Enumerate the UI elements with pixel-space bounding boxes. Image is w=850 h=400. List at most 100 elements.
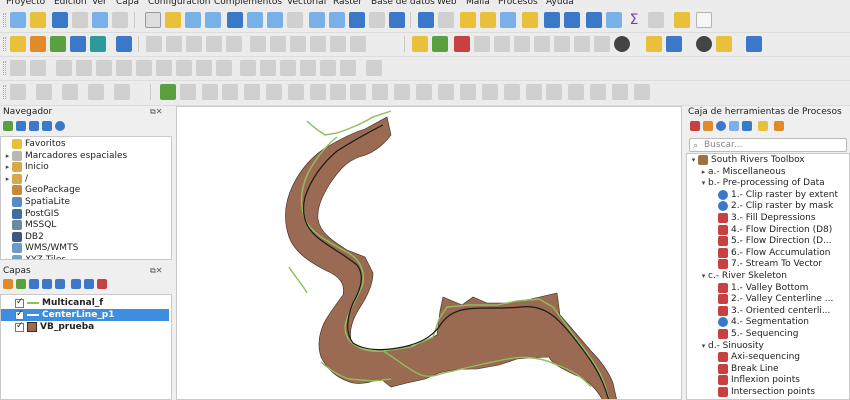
advanced-digitizing-icon[interactable] [568,84,584,100]
open-project-icon[interactable] [30,12,46,28]
toolbox-group[interactable]: ▸ a.- Miscellaneous [699,166,786,178]
models-icon[interactable] [690,121,700,131]
collapse-all-icon[interactable] [84,279,94,289]
digitize-tool-icon[interactable] [116,60,132,76]
advanced-digitizing-icon[interactable] [504,84,520,100]
add-feature-icon[interactable] [206,36,222,52]
digitize-tool-icon[interactable] [76,60,92,76]
navigator-item[interactable]: PostGIS [3,208,59,220]
expand-arrow-icon[interactable]: ▾ [699,179,708,187]
remove-layer-icon[interactable] [97,279,107,289]
toolbox-algorithm[interactable]: Intersection points [709,386,815,398]
save-edits-icon[interactable] [186,36,202,52]
zoom-out-icon[interactable] [205,12,221,28]
toolbox-algorithm[interactable]: 3.- Oriented centerli... [709,305,830,317]
digitize-tool-icon[interactable] [56,60,72,76]
advanced-digitizing-icon[interactable] [288,84,304,100]
layer-visibility-checkbox[interactable] [15,297,24,308]
visibility-icon[interactable] [29,279,39,289]
menu-item[interactable]: Base de datos [371,0,435,7]
advanced-digitizing-icon[interactable] [546,84,562,100]
print-layout-icon[interactable] [92,12,108,28]
expand-arrow-icon[interactable]: ▸ [3,163,12,171]
advanced-digitizing-icon[interactable] [202,84,218,100]
digitize-tool-icon[interactable] [320,60,336,76]
menu-item[interactable]: Web [437,0,457,7]
layout-manager-icon[interactable] [112,12,128,28]
refresh-icon[interactable] [16,121,26,131]
expand-arrow-icon[interactable]: ▸ [699,168,708,176]
digitize-tool-icon[interactable] [96,60,112,76]
rotate-label-icon[interactable] [514,36,530,52]
processing-toolbox-icon[interactable] [606,12,622,28]
identify-features-icon[interactable] [418,12,434,28]
navigator-item[interactable]: GeoPackage [3,184,80,196]
advanced-digitizing-icon[interactable] [612,84,628,100]
navigator-item[interactable]: WMS/WMTS [3,242,78,254]
expand-arrow-icon[interactable]: ▸ [3,152,12,160]
advanced-digitizing-icon[interactable] [180,84,196,100]
select-features-icon[interactable] [460,12,476,28]
expand-all-icon[interactable] [71,279,81,289]
cut-features-icon[interactable] [270,36,286,52]
zoom-to-layer-icon[interactable] [267,12,283,28]
filter-expression-icon[interactable] [55,279,65,289]
digitize-tool-icon[interactable] [340,60,356,76]
save-as-icon[interactable] [72,12,88,28]
delete-selected-icon[interactable] [250,36,266,52]
digitize-tool-icon[interactable] [366,60,382,76]
toolbox-group[interactable]: ▾ d.- Sinuosity [699,340,764,352]
toolbox-group[interactable]: ▾ c.- River Skeleton [699,270,787,282]
toolbox-algorithm[interactable]: 7.- Stream To Vector [709,258,822,270]
menu-item[interactable]: Ráster [333,0,362,7]
advanced-digitizing-icon[interactable] [482,84,498,100]
results-viewer-icon[interactable] [729,121,739,131]
add-group-icon[interactable] [16,279,26,289]
pan-map-icon[interactable] [145,12,161,28]
digitize-tool-icon[interactable] [240,60,256,76]
select-by-value-icon[interactable] [480,12,496,28]
toolbox-group[interactable]: ▾ b.- Pre-processing of Data [699,177,825,189]
advanced-digitizing-icon[interactable] [460,84,476,100]
edit-features-in-place-icon[interactable] [742,121,752,131]
shape-tool-icon[interactable] [62,84,78,100]
toolbox-algorithm[interactable]: Inflexion points [709,374,800,386]
toolbox-algorithm[interactable]: 5.- Sequencing [709,328,798,340]
shape-tool-icon[interactable] [114,84,130,100]
expand-arrow-icon[interactable]: ▸ [3,175,12,183]
toggle-editing-icon[interactable] [146,36,162,52]
info-icon[interactable] [55,121,65,131]
toolbox-algorithm[interactable]: 1.- Clip raster by extent [709,189,838,201]
menu-item[interactable]: Ver [92,0,107,7]
advanced-digitizing-icon[interactable] [416,84,432,100]
expand-arrow-icon[interactable]: ▾ [699,272,708,280]
plugin-icon[interactable] [614,36,630,52]
digitize-tool-icon[interactable] [10,60,26,76]
pan-to-selection-icon[interactable] [165,12,181,28]
add-selected-icon[interactable] [3,121,13,131]
toolbox-algorithm[interactable]: 2.- Valley Centerline ... [709,293,833,305]
map-svg[interactable] [177,107,682,400]
digitize-tool-icon[interactable] [260,60,276,76]
data-source-manager-icon[interactable] [10,36,26,52]
shape-tool-icon[interactable] [36,84,52,100]
sigma-icon[interactable]: Σ [626,12,642,28]
layer-visibility-checkbox[interactable] [15,309,24,320]
new-project-icon[interactable] [10,12,26,28]
copy-features-icon[interactable] [290,36,306,52]
plugin-reload-icon[interactable] [666,36,682,52]
pencil-icon[interactable] [166,36,182,52]
style-panel-icon[interactable] [3,279,13,289]
scripts-icon[interactable] [703,121,713,131]
wand-icon[interactable] [716,36,732,52]
advanced-digitizing-icon[interactable] [526,84,542,100]
label-toolbar-icon[interactable] [412,36,428,52]
toolbar-grip[interactable] [3,37,6,51]
georeferencer-icon[interactable] [160,84,176,100]
advanced-digitizing-icon[interactable] [372,84,388,100]
filter-legend-icon[interactable] [42,279,52,289]
advanced-digitizing-icon[interactable] [266,84,282,100]
panel-float-close-icon[interactable]: ⧉✕ [150,266,162,276]
select-by-location-icon[interactable] [522,12,538,28]
measure-icon[interactable] [648,12,664,28]
